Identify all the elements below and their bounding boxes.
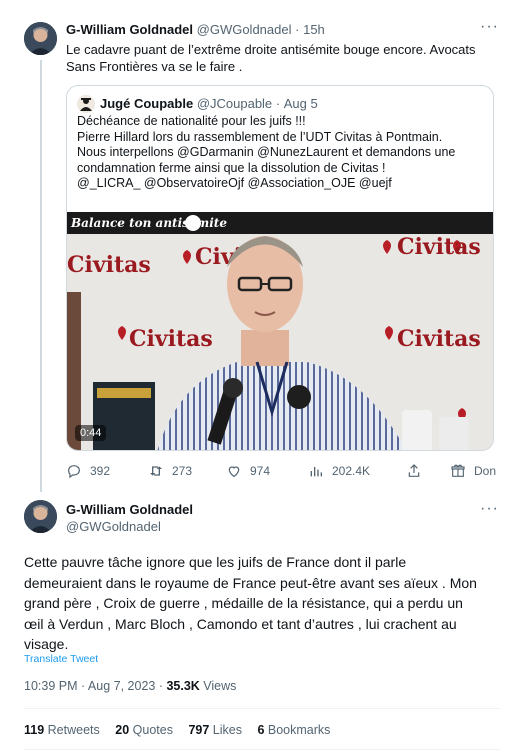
quotes-stat[interactable]: 20 Quotes — [115, 723, 173, 737]
more-options-icon[interactable]: ··· — [480, 18, 499, 36]
tweet-timestamp: 10:39 PM · Aug 7, 2023 · 35.3K Views — [24, 679, 236, 693]
translate-tweet-link[interactable]: Translate Tweet — [24, 653, 98, 665]
author-avatar[interactable] — [24, 500, 57, 533]
views-button[interactable]: 202.4K — [308, 463, 370, 479]
quotes-count: 20 — [115, 723, 130, 737]
video-overlay-title: Balance ton antisemite — [71, 216, 227, 230]
like-button[interactable]: 974 — [226, 463, 270, 479]
like-count: 974 — [250, 464, 271, 478]
quoted-text-line: Pierre Hillard lors du rassemblement de … — [77, 129, 443, 144]
video-duration: 0:44 — [80, 427, 102, 439]
svg-text:Civitas: Civitas — [397, 234, 481, 260]
views-label: Views — [199, 679, 237, 693]
author-name[interactable]: G-William Goldnadel @GWGoldnadel · 15h — [66, 22, 325, 37]
tweet-text-line: œil à Verdun , Marc Bloch , Camondo et t… — [24, 615, 457, 632]
tweet-text-line: Cette pauvre tâche ignore que les juifs … — [24, 554, 407, 570]
quotes-label: Quotes — [132, 723, 173, 737]
tweet-text-line: visage. — [24, 636, 69, 652]
likes-stat[interactable]: 797 Likes — [188, 723, 242, 737]
quoted-avatar[interactable] — [77, 95, 95, 113]
svg-text:Civitas: Civitas — [67, 252, 151, 278]
bookmarks-count: 6 — [257, 723, 265, 737]
views-count: 35.3K — [166, 679, 200, 693]
views-icon — [310, 467, 322, 477]
heart-icon — [228, 466, 240, 478]
video-duration-badge: 0:44 — [75, 425, 107, 441]
quoted-text: Déchéance de nationalité pour les juifs … — [77, 114, 487, 192]
quoted-handle[interactable]: @JCoupable — [197, 96, 272, 111]
divider — [24, 708, 500, 709]
video-player[interactable]: Civitas Civitas Civitas Civitas Civitas — [67, 212, 493, 450]
reply-button[interactable]: 392 — [66, 463, 110, 479]
svg-text:Civitas: Civitas — [129, 326, 213, 352]
divider — [24, 749, 500, 750]
retweets-count: 119 — [24, 723, 45, 737]
quoted-author[interactable]: Jugé Coupable @JCoupable · Aug 5 — [100, 96, 318, 111]
tweet-text: Cette pauvre tâche ignore que les juifs … — [24, 552, 504, 655]
separator: · — [275, 96, 281, 111]
quoted-text-line: Déchéance de nationalité pour les juifs … — [77, 114, 306, 128]
retweet-button[interactable]: 273 — [148, 463, 192, 479]
quoted-text-line: condamnation ferme ainsi que la dissolut… — [77, 160, 386, 175]
retweet-icon — [150, 466, 162, 476]
tweet-text-line: Le cadavre puant de l’extrême droite ant… — [66, 42, 476, 57]
bookmarks-label: Bookmarks — [267, 723, 331, 737]
bookmarks-stat[interactable]: 6 Bookmarks — [257, 723, 330, 737]
quoted-text-line: Nous interpellons @GDarmanin @NunezLaure… — [77, 145, 456, 160]
tweet-text-line: demeuraient dans le royaume de France pe… — [24, 574, 477, 591]
video-overlay-logo-icon — [185, 215, 201, 231]
svg-text:Civitas: Civitas — [397, 326, 481, 352]
separator: · — [295, 22, 300, 37]
reply-count: 392 — [90, 464, 111, 478]
quoted-date[interactable]: Aug 5 — [284, 96, 318, 111]
tweet-text: Le cadavre puant de l’extrême droite ant… — [66, 41, 506, 75]
timestamp-text[interactable]: 10:39 PM · Aug 7, 2023 · — [24, 679, 166, 693]
more-options-icon[interactable]: ··· — [480, 500, 499, 518]
likes-count: 797 — [188, 723, 210, 737]
quoted-text-line: @_LICRA_ @ObservatoireOjf @Association_O… — [77, 176, 392, 191]
tweet-text-line: Sans Frontières va se le faire . — [66, 59, 243, 74]
quoted-display-name[interactable]: Jugé Coupable — [100, 96, 193, 111]
tweet-text-line: grand père , Croix de guerre , médaille … — [24, 595, 463, 611]
retweets-stat[interactable]: 119 Retweets — [24, 723, 100, 737]
reply-icon — [68, 465, 80, 479]
video-frame: Civitas Civitas Civitas Civitas Civitas — [67, 212, 493, 450]
donate-icon — [451, 464, 465, 477]
retweet-count: 273 — [172, 464, 193, 478]
share-button[interactable] — [406, 463, 430, 479]
author-handle[interactable]: @GWGoldnadel — [197, 22, 292, 37]
donate-button[interactable]: Don — [450, 463, 496, 479]
likes-label: Likes — [212, 723, 242, 737]
thread-line — [40, 60, 42, 492]
author-handle[interactable]: @GWGoldnadel — [66, 519, 161, 534]
views-count: 202.4K — [332, 464, 371, 478]
tweet-time[interactable]: 15h — [303, 22, 325, 37]
share-icon — [408, 464, 420, 477]
author-avatar[interactable] — [24, 22, 57, 55]
tweet-stats: 119 Retweets 20 Quotes 797 Likes 6 Bookm… — [24, 723, 330, 737]
quoted-tweet-card[interactable]: Jugé Coupable @JCoupable · Aug 5 Déchéan… — [66, 85, 494, 451]
author-display-name[interactable]: G-William Goldnadel — [66, 22, 193, 37]
donate-label: Don — [474, 464, 497, 478]
tweet-actions: 392 273 974 202.4K Don — [66, 463, 516, 483]
retweets-label: Retweets — [47, 723, 100, 737]
author-display-name[interactable]: G-William Goldnadel — [66, 502, 193, 517]
